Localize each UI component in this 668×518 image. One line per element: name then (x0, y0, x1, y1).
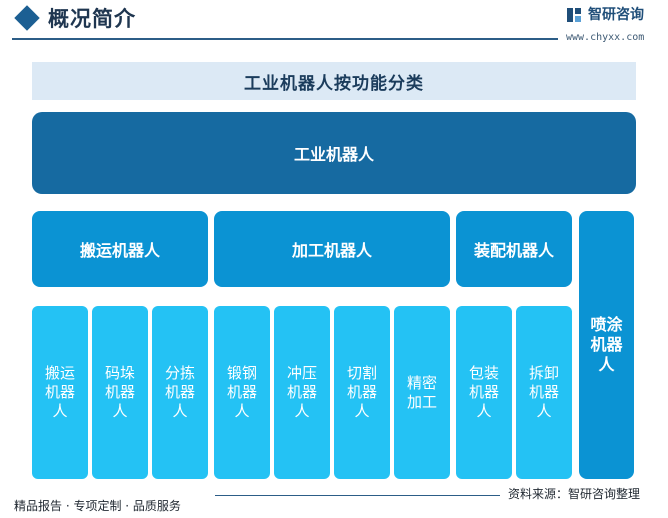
category-handling: 搬运机器人 (32, 211, 208, 287)
leaf-node: 搬运机器人 (32, 306, 88, 479)
leaf-node: 锻钢机器人 (214, 306, 270, 479)
leaf-label: 拆卸机器人 (528, 364, 559, 420)
leaf-label: 分拣机器人 (164, 364, 195, 420)
header-diamond-icon (14, 5, 40, 31)
root-node-label: 工业机器人 (293, 145, 374, 164)
leaf-node: 切割机器人 (334, 306, 390, 479)
category-spraying: 喷涂机器人 (579, 211, 634, 479)
category-label: 喷涂机器人 (590, 315, 623, 374)
footer-tagline: 精品报告 · 专项定制 · 品质服务 (14, 499, 181, 513)
leaf-label: 冲压机器人 (286, 364, 317, 420)
leaf-node: 包装机器人 (456, 306, 512, 479)
category-label: 加工机器人 (291, 241, 372, 260)
root-node: 工业机器人 (32, 112, 636, 194)
brand-name: 智研咨询 (588, 7, 644, 23)
leaf-label: 锻钢机器人 (226, 364, 257, 420)
header-divider (12, 38, 558, 40)
leaf-node: 分拣机器人 (152, 306, 208, 479)
brand-logo-icon (567, 8, 581, 22)
page-title: 概况简介 (48, 7, 136, 31)
leaf-label: 码垛机器人 (104, 364, 135, 420)
leaf-label: 搬运机器人 (44, 364, 75, 420)
leaf-node: 冲压机器人 (274, 306, 330, 479)
footer-source: 资料来源：智研咨询整理 (508, 487, 641, 501)
leaf-label: 包装机器人 (468, 364, 499, 420)
leaf-node: 精密加工 (394, 306, 450, 479)
category-processing: 加工机器人 (214, 211, 450, 287)
category-label: 装配机器人 (473, 241, 554, 260)
brand-url: www.chyxx.com (566, 32, 645, 43)
category-assembly: 装配机器人 (456, 211, 572, 287)
diagram-title: 工业机器人按功能分类 (32, 62, 636, 100)
leaf-node: 拆卸机器人 (516, 306, 572, 479)
leaf-node: 码垛机器人 (92, 306, 148, 479)
footer-divider (215, 495, 500, 496)
category-label: 搬运机器人 (79, 241, 160, 260)
leaf-label: 精密加工 (406, 373, 437, 411)
leaf-label: 切割机器人 (346, 364, 377, 420)
